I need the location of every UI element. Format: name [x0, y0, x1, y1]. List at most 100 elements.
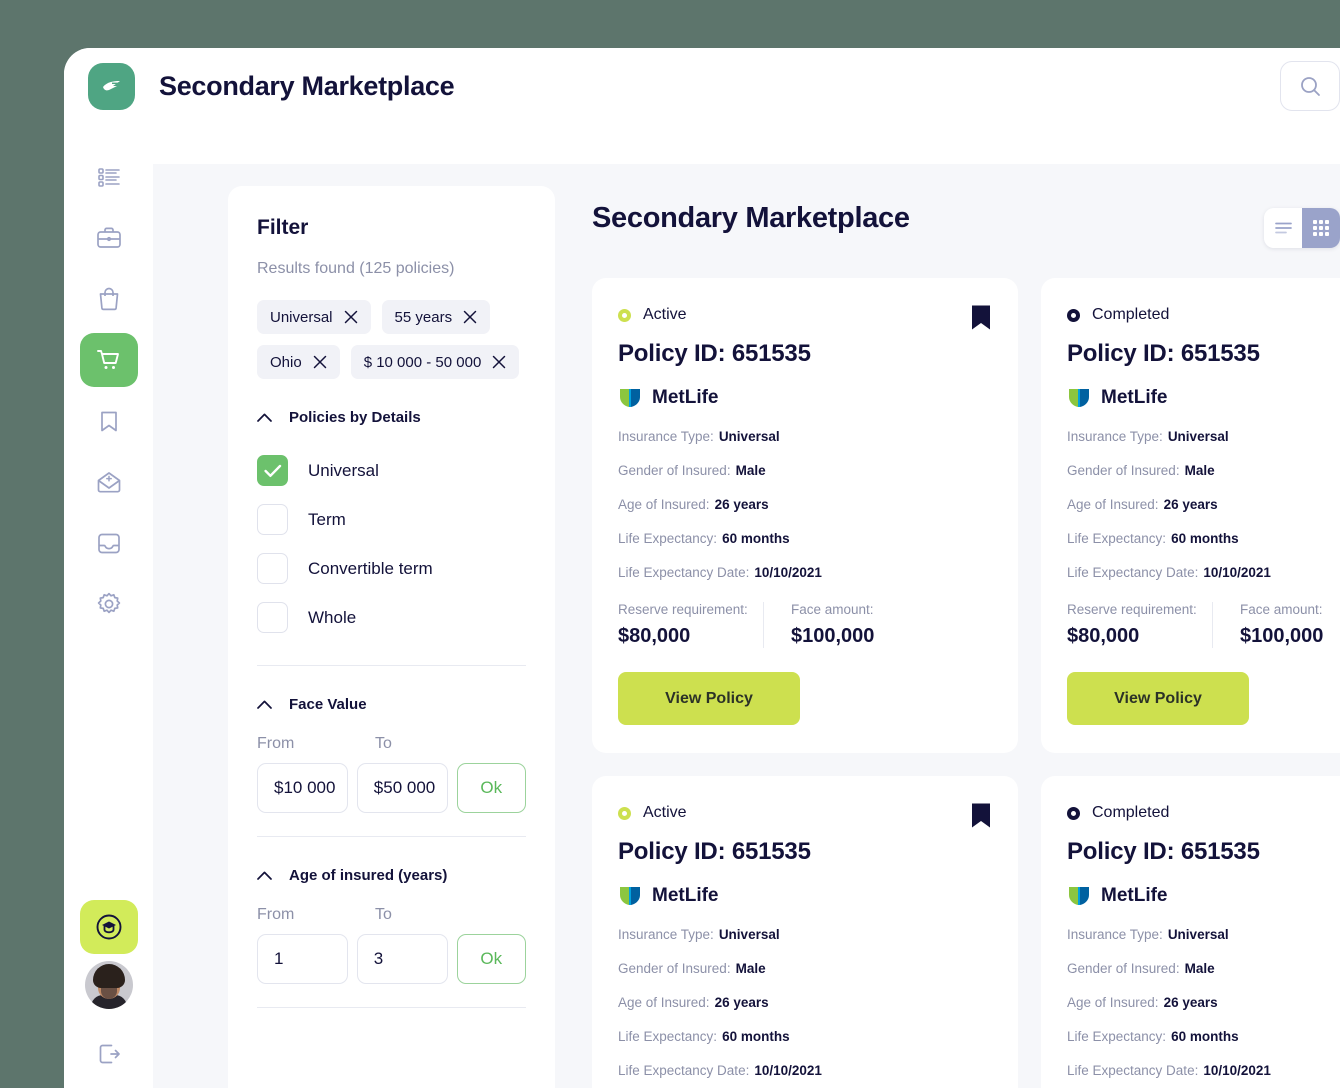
filter-section-header[interactable]: Age of insured (years) [257, 867, 526, 884]
spec-label: Life Expectancy: [618, 1029, 718, 1044]
policy-card[interactable]: Active Policy ID: 651535 MetLife Insuran… [592, 776, 1018, 1088]
sidebar-item-list[interactable] [80, 150, 138, 204]
spec-value: 26 years [714, 995, 769, 1010]
filter-section-age-of-insured: Age of insured (years) From To 1 3 Ok [257, 867, 527, 1008]
filter-chip[interactable]: 55 years [381, 300, 491, 334]
face-value-ok-button[interactable]: Ok [456, 763, 527, 813]
filter-section-title: Age of insured (years) [289, 867, 448, 884]
age-ok-button[interactable]: Ok [456, 934, 527, 984]
checkbox-universal[interactable] [257, 455, 288, 486]
checkbox-row[interactable]: Convertible term [257, 544, 526, 593]
spec-life-expectancy-date: Life Expectancy Date: 10/10/2021 [618, 1063, 992, 1078]
checkbox-row[interactable]: Term [257, 495, 526, 544]
face-value-to-input[interactable]: $50 000 [356, 763, 448, 813]
spec-label: Age of Insured: [1067, 497, 1159, 512]
carrier: MetLife [618, 884, 992, 908]
bookmark-button[interactable] [970, 802, 992, 835]
checkbox-label: Convertible term [308, 558, 433, 578]
status-badge: Active [618, 804, 992, 822]
sidebar-item-offers[interactable] [80, 455, 138, 509]
sidebar-item-logout[interactable] [80, 1027, 138, 1081]
checkbox-whole[interactable] [257, 602, 288, 633]
checkbox-term[interactable] [257, 504, 288, 535]
filter-section-header[interactable]: Policies by Details [257, 409, 526, 426]
close-icon[interactable] [313, 355, 327, 369]
checkbox-convertible-term[interactable] [257, 553, 288, 584]
bookmark-filled-icon [972, 305, 990, 330]
search-input[interactable] [1280, 61, 1340, 111]
sidebar-item-bookmarks[interactable] [80, 394, 138, 448]
checkbox-row[interactable]: Universal [257, 446, 526, 495]
status-dot-active [618, 806, 631, 820]
close-icon[interactable] [492, 355, 506, 369]
spec-life-expectancy: Life Expectancy: 60 months [1067, 531, 1340, 546]
spec-value: 26 years [714, 497, 769, 512]
amount-value: $100,000 [791, 625, 875, 647]
view-policy-button[interactable]: View Policy [618, 672, 800, 725]
range-to-label: To [375, 906, 392, 923]
spec-gender: Gender of Insured: Male [1067, 463, 1340, 478]
face-value-from-input[interactable]: $10 000 [257, 763, 348, 813]
spec-insurance-type: Insurance Type: Universal [618, 927, 992, 942]
sidebar-avatar[interactable] [84, 961, 133, 1009]
list-view-button[interactable] [1264, 208, 1302, 248]
status-dot-active [618, 308, 631, 322]
sidebar-item-learning[interactable] [79, 900, 138, 954]
avatar-hair [92, 964, 125, 988]
filter-chip[interactable]: $ 10 000 - 50 000 [350, 345, 520, 379]
spec-gender: Gender of Insured: Male [1067, 961, 1340, 976]
spec-value: Universal [718, 927, 780, 942]
sidebar-item-briefcase[interactable] [80, 211, 138, 265]
bookmark-button[interactable] [970, 304, 992, 337]
policy-card[interactable]: Completed Policy ID: 651535 MetLife Insu… [1041, 776, 1340, 1088]
spec-label: Life Expectancy Date: [618, 565, 750, 580]
spec-label: Insurance Type: [618, 429, 714, 444]
amounts: Reserve requirement: $80,000 Face amount… [618, 602, 992, 648]
spec-insurance-type: Insurance Type: Universal [1067, 429, 1340, 444]
policy-card[interactable]: Active Policy ID: 651535 MetLife Insuran… [592, 278, 1018, 753]
filter-chip[interactable]: Ohio [257, 345, 340, 379]
range-labels: From To [257, 735, 526, 753]
status-dot-completed [1067, 806, 1080, 820]
spec-value: 10/10/2021 [1203, 565, 1271, 580]
range-inputs: $10 000 $50 000 Ok [257, 763, 527, 813]
age-from-input[interactable]: 1 [257, 934, 348, 984]
gear-icon [97, 592, 120, 614]
amount-value: $80,000 [1067, 625, 1140, 647]
sidebar-item-marketplace[interactable] [79, 333, 138, 387]
status-dot-completed [1067, 308, 1080, 322]
status-label: Completed [1092, 804, 1170, 821]
shopping-bag-icon [99, 287, 118, 311]
checkbox-row[interactable]: Whole [257, 593, 526, 642]
bookmark-filled-icon [972, 803, 990, 828]
filter-chip-label: Ohio [270, 353, 302, 371]
range-inputs: 1 3 Ok [257, 934, 527, 984]
close-icon[interactable] [344, 310, 358, 324]
amount-label: Face amount: [791, 602, 874, 617]
filter-title: Filter [257, 216, 309, 239]
spec-value: Universal [1167, 429, 1229, 444]
spec-value: 60 months [722, 531, 790, 546]
amount-value: $80,000 [618, 625, 691, 647]
sidebar-item-settings[interactable] [80, 577, 138, 631]
section-divider [257, 1007, 526, 1008]
filter-chip[interactable]: Universal [257, 300, 371, 334]
range-to-label: To [375, 735, 392, 752]
sidebar-item-shopping-bag[interactable] [80, 272, 138, 326]
close-icon[interactable] [463, 310, 477, 324]
metlife-logo-icon [1069, 389, 1089, 407]
spec-label: Life Expectancy Date: [1067, 1063, 1199, 1078]
filter-section-header[interactable]: Face Value [257, 696, 526, 713]
checkbox-label: Whole [308, 607, 357, 627]
spec-label: Age of Insured: [1067, 995, 1159, 1010]
view-policy-button[interactable]: View Policy [1067, 672, 1249, 725]
spec-label: Insurance Type: [1067, 429, 1163, 444]
sidebar-item-inbox[interactable] [80, 516, 138, 570]
policy-id: Policy ID: 651535 [618, 340, 811, 367]
policy-card[interactable]: Completed Policy ID: 651535 MetLife Insu… [1041, 278, 1340, 753]
grid-view-button[interactable] [1302, 208, 1340, 248]
age-to-input[interactable]: 3 [356, 934, 448, 984]
graduation-cap-icon [96, 914, 121, 940]
logout-icon [99, 1044, 120, 1064]
bird-logo-icon[interactable] [88, 62, 135, 110]
